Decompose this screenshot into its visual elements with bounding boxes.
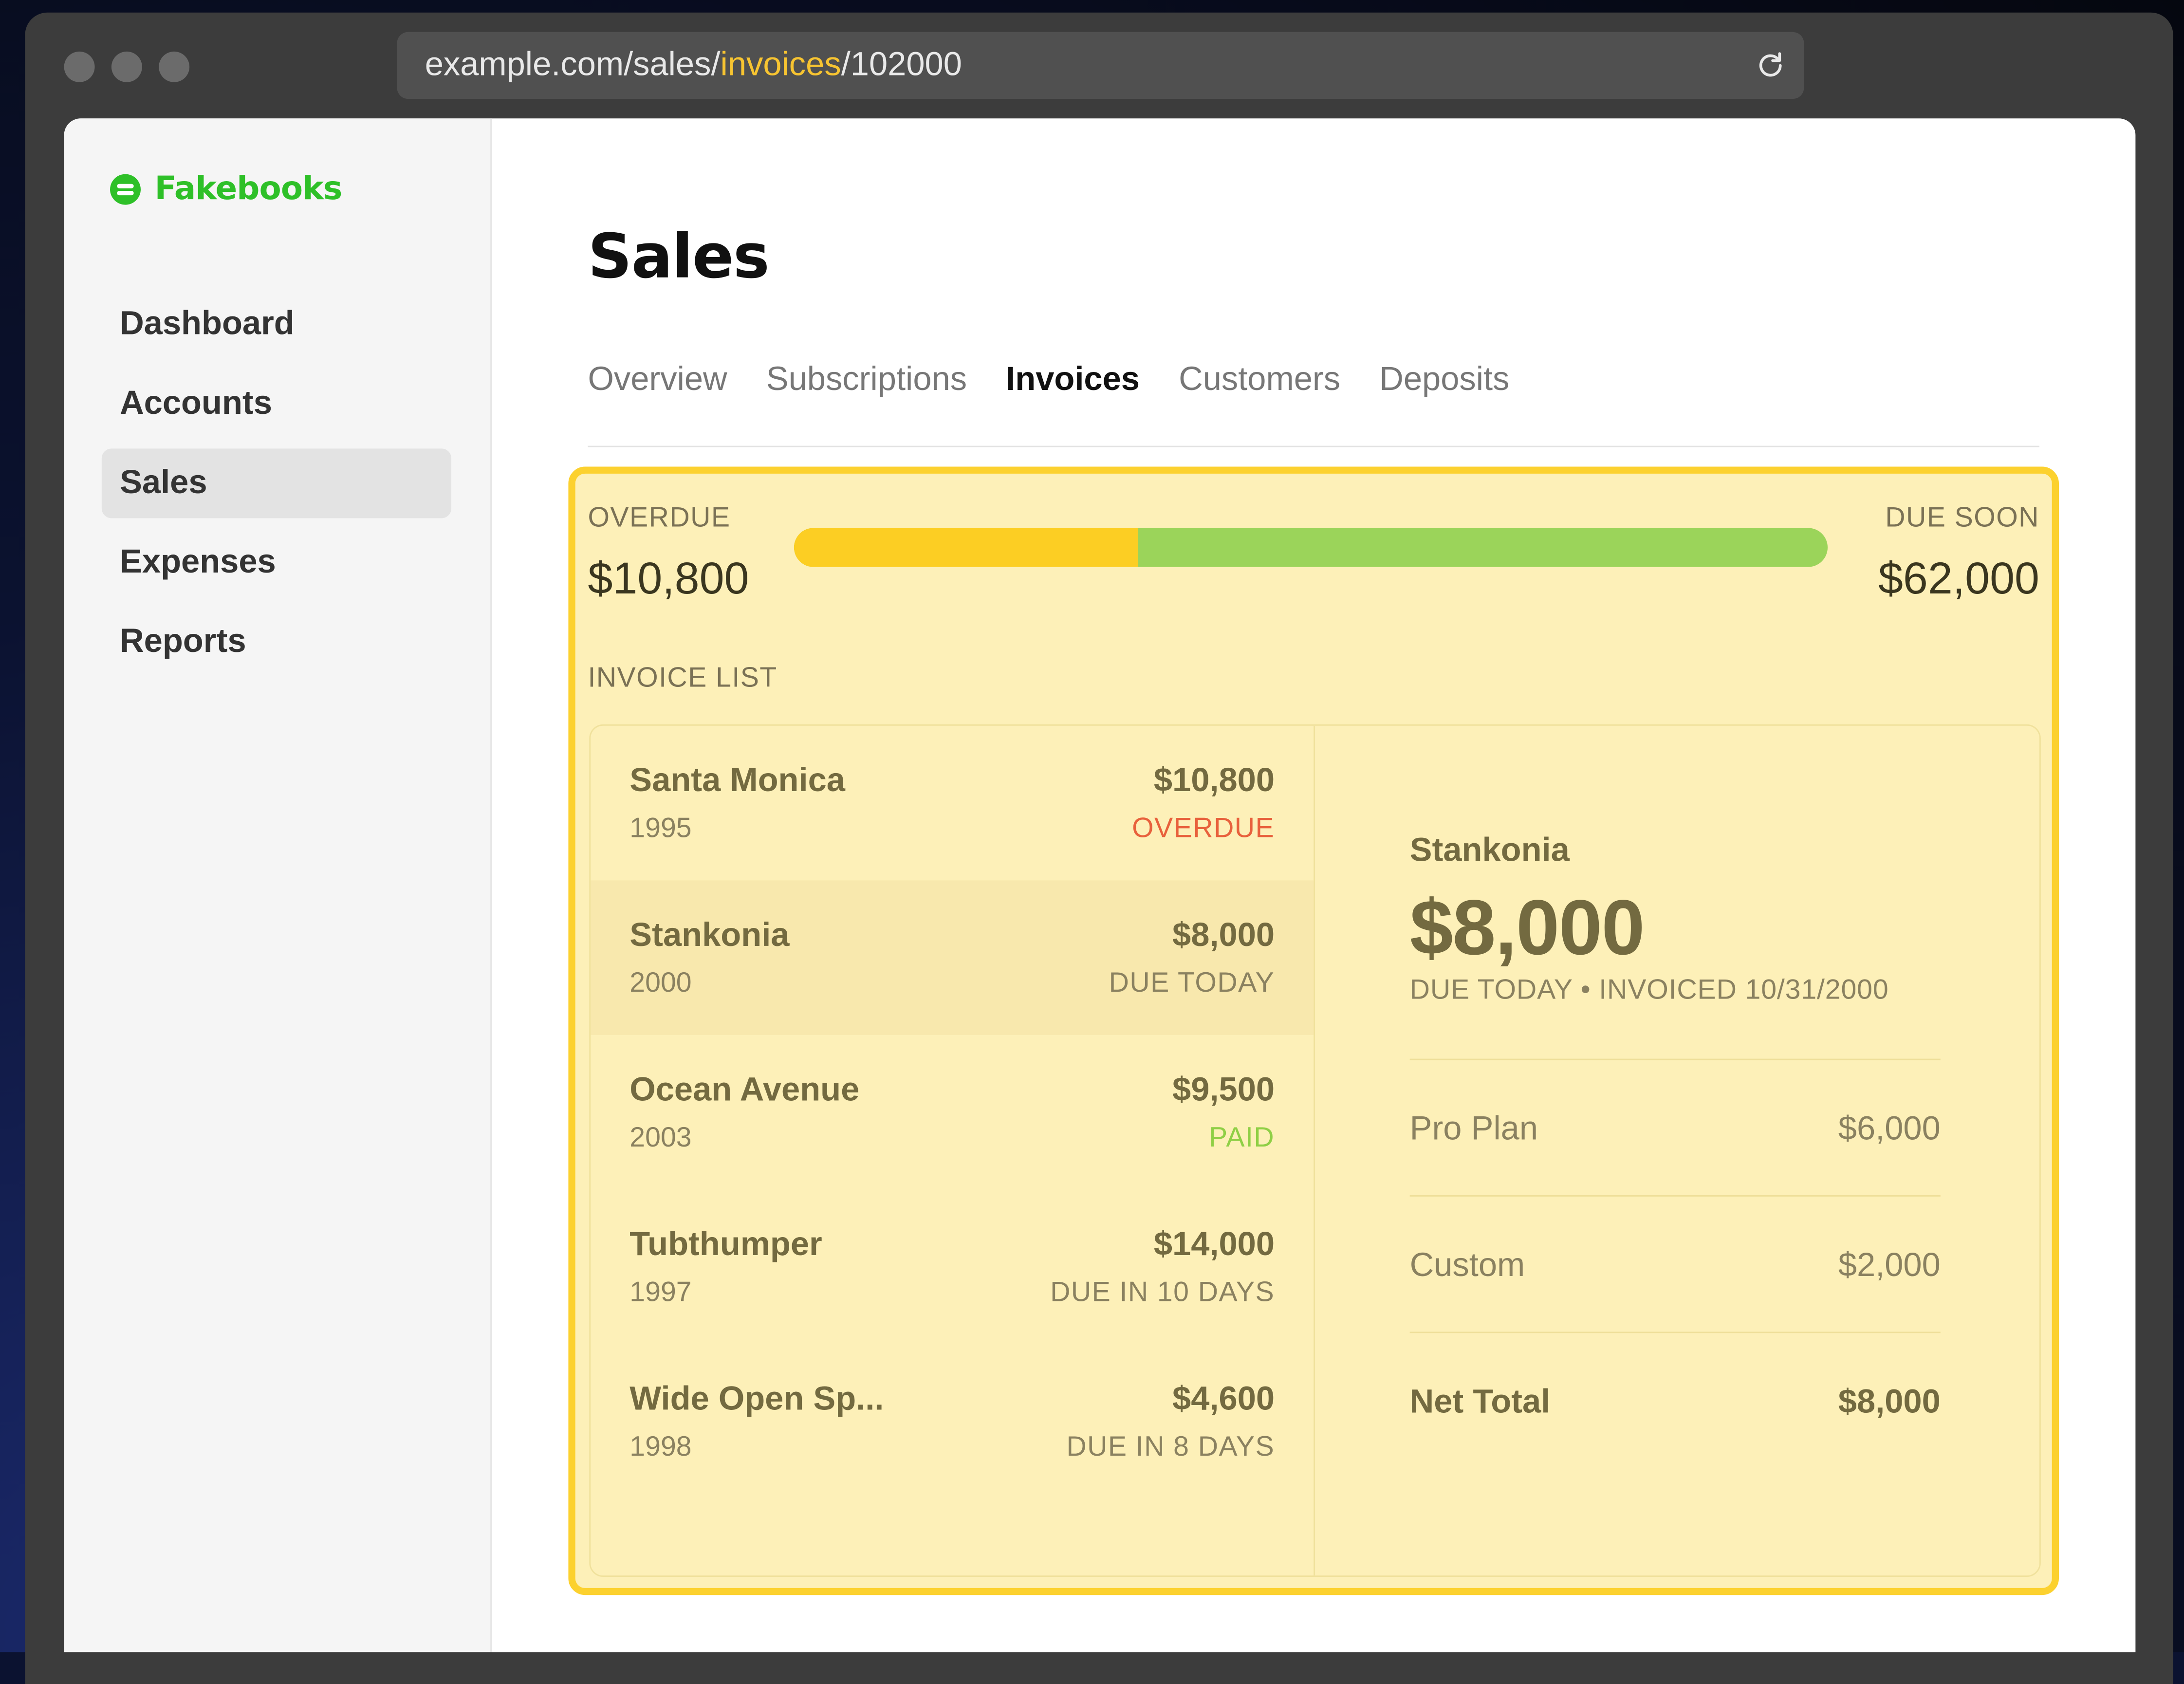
- sidebar-item-sales[interactable]: Sales: [101, 448, 452, 518]
- invoice-row-status: DUE TODAY: [1109, 968, 1275, 999]
- app-content: Fakebooks Dashboard Accounts Sales Expen…: [64, 118, 2136, 1652]
- invoice-row-year: 1995: [629, 813, 692, 844]
- invoice-row-santa-monica[interactable]: Santa Monica 1995 $10,800 OVERDUE: [591, 726, 1314, 881]
- invoice-detail-customer: Stankonia: [1409, 832, 1570, 870]
- brand-name: Fakebooks: [154, 171, 343, 208]
- invoice-row-year: 1997: [629, 1277, 692, 1308]
- sidebar-item-expenses[interactable]: Expenses: [102, 528, 451, 597]
- invoice-list: Santa Monica 1995 $10,800 OVERDUE Stanko…: [591, 725, 1315, 1576]
- brand-logo[interactable]: Fakebooks: [109, 171, 342, 207]
- refresh-icon[interactable]: [1754, 49, 1787, 82]
- invoice-row-amount: $14,000: [1153, 1225, 1275, 1264]
- invoice-detail: Stankonia $8,000 DUE TODAY • INVOICED 10…: [1409, 832, 1941, 1468]
- line-item-pro-plan: Pro Plan $6,000: [1409, 1058, 1941, 1195]
- line-item-label: Custom: [1409, 1246, 1525, 1285]
- due-soon-label: DUE SOON: [1885, 502, 2039, 534]
- fakebooks-logo-icon: [110, 174, 141, 205]
- invoice-row-status: DUE IN 10 DAYS: [1050, 1277, 1275, 1308]
- invoice-row-name: Stankonia: [629, 916, 790, 954]
- invoice-row-year: 2000: [629, 968, 692, 999]
- sidebar-nav: Dashboard Accounts Sales Expenses Report…: [101, 290, 452, 686]
- invoices-panel: OVERDUE $10,800 DUE SOON $62,000 INVOICE…: [568, 466, 2059, 1595]
- line-item-custom: Custom $2,000: [1409, 1195, 1941, 1332]
- sales-tabs: Overview Subscriptions Invoices Customer…: [588, 361, 1509, 400]
- invoice-row-wide-open-spaces[interactable]: Wide Open Sp... 1998 $4,600 DUE IN 8 DAY…: [591, 1344, 1314, 1499]
- url-highlight: invoices: [720, 46, 841, 84]
- screenshot-stage: example.com/sales/invoices/102000 Fakebo…: [0, 0, 2184, 1684]
- tab-overview[interactable]: Overview: [588, 361, 727, 400]
- line-item-value: $6,000: [1838, 1110, 1941, 1148]
- line-item-value: $2,000: [1838, 1246, 1941, 1285]
- sidebar-item-reports[interactable]: Reports: [102, 608, 451, 677]
- invoice-row-year: 2003: [629, 1123, 692, 1154]
- address-bar[interactable]: example.com/sales/invoices/102000: [397, 32, 1804, 99]
- invoice-row-amount: $8,000: [1172, 916, 1275, 954]
- maximize-window-dot[interactable]: [159, 51, 190, 82]
- invoice-list-card: Santa Monica 1995 $10,800 OVERDUE Stanko…: [589, 724, 2041, 1577]
- close-window-dot[interactable]: [64, 51, 95, 82]
- window-controls: [64, 51, 190, 82]
- line-item-net-total: Net Total $8,000: [1409, 1332, 1941, 1468]
- sidebar-item-accounts[interactable]: Accounts: [102, 369, 451, 439]
- url-prefix: example.com/sales/: [425, 46, 721, 84]
- due-soon-amount: $62,000: [1878, 553, 2039, 603]
- invoice-row-amount: $10,800: [1153, 762, 1275, 800]
- invoice-row-name: Wide Open Sp...: [629, 1380, 884, 1418]
- invoice-row-name: Santa Monica: [629, 762, 845, 800]
- line-item-label: Pro Plan: [1409, 1110, 1538, 1148]
- sidebar: Fakebooks Dashboard Accounts Sales Expen…: [64, 118, 492, 1652]
- tab-subscriptions[interactable]: Subscriptions: [766, 361, 967, 400]
- invoice-row-ocean-avenue[interactable]: Ocean Avenue 2003 $9,500 PAID: [591, 1035, 1314, 1190]
- overdue-amount: $10,800: [588, 553, 749, 603]
- tab-invoices[interactable]: Invoices: [1006, 361, 1140, 400]
- tab-deposits[interactable]: Deposits: [1379, 361, 1509, 400]
- invoice-row-status: PAID: [1209, 1123, 1275, 1154]
- invoice-row-year: 1998: [629, 1432, 692, 1463]
- tabs-divider: [588, 445, 2039, 447]
- invoice-row-name: Tubthumper: [629, 1225, 822, 1264]
- invoice-detail-amount: $8,000: [1409, 883, 1645, 971]
- sidebar-item-dashboard[interactable]: Dashboard: [102, 290, 451, 359]
- page-title: Sales: [588, 221, 769, 293]
- invoice-row-status: OVERDUE: [1132, 813, 1275, 844]
- overdue-label: OVERDUE: [588, 502, 731, 534]
- invoice-detail-meta: DUE TODAY • INVOICED 10/31/2000: [1409, 975, 1889, 1006]
- invoice-row-stankonia[interactable]: Stankonia 2000 $8,000 DUE TODAY: [591, 880, 1314, 1035]
- net-total-label: Net Total: [1409, 1383, 1551, 1421]
- overdue-due-soon-bar: [794, 528, 1828, 567]
- invoice-list-label: INVOICE LIST: [588, 663, 777, 694]
- net-total-value: $8,000: [1838, 1383, 1941, 1421]
- invoice-row-tubthumper[interactable]: Tubthumper 1997 $14,000 DUE IN 10 DAYS: [591, 1190, 1314, 1345]
- url-suffix: /102000: [841, 46, 962, 84]
- invoice-row-status: DUE IN 8 DAYS: [1066, 1432, 1275, 1463]
- main-area: Sales Overview Subscriptions Invoices Cu…: [568, 118, 2135, 1652]
- tab-customers[interactable]: Customers: [1179, 361, 1340, 400]
- invoice-row-amount: $4,600: [1172, 1380, 1275, 1418]
- overdue-bar-fill: [794, 528, 1138, 567]
- minimize-window-dot[interactable]: [111, 51, 142, 82]
- invoice-row-amount: $9,500: [1172, 1071, 1275, 1109]
- invoice-row-name: Ocean Avenue: [629, 1071, 860, 1109]
